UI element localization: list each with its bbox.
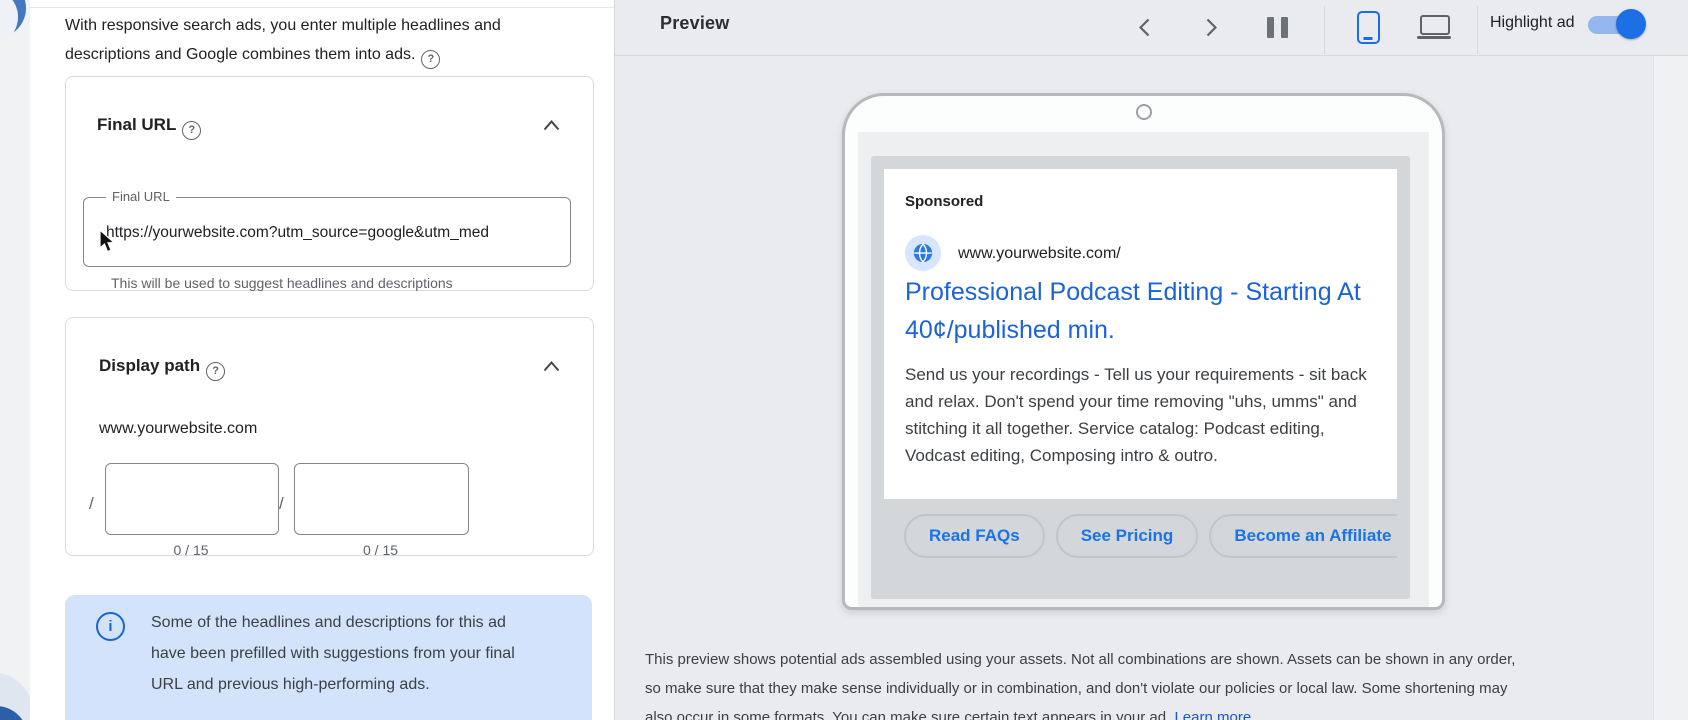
display-path-input-1[interactable]	[106, 464, 278, 534]
preview-disclaimer: This preview shows potential ads assembl…	[645, 645, 1525, 720]
path-2-char-counter: 0 / 15	[294, 542, 467, 558]
path-separator: /	[89, 494, 94, 514]
display-path-card-title: Display path?	[99, 356, 225, 381]
help-icon[interactable]: ?	[182, 121, 201, 140]
desktop-preview-button[interactable]	[1415, 6, 1453, 48]
highlight-ad-toggle[interactable]	[1588, 15, 1642, 35]
chevron-right-icon	[1206, 18, 1217, 37]
learn-more-link[interactable]: Learn more	[1174, 709, 1251, 720]
path-separator: /	[279, 494, 284, 514]
final-url-input-wrap: Final URL	[83, 197, 571, 267]
ad-headline[interactable]: Professional Podcast Editing - Starting …	[905, 273, 1383, 349]
divider	[615, 55, 1688, 56]
mouse-pointer-icon	[99, 229, 116, 253]
laptop-icon	[1417, 15, 1451, 39]
display-path-input-1-wrap	[105, 463, 279, 535]
ad-setup-panel: With responsive search ads, you enter mu…	[30, 0, 615, 720]
preview-panel: Preview Highlight ad	[615, 0, 1688, 720]
ad-button-see-pricing[interactable]: See Pricing	[1056, 514, 1199, 558]
pause-icon	[1267, 17, 1288, 38]
toolbar-divider	[1477, 6, 1478, 54]
collapse-final-url-button[interactable]	[539, 113, 563, 137]
disclaimer-text: This preview shows potential ads assembl…	[645, 651, 1515, 720]
final-url-helper-text: This will be used to suggest headlines a…	[111, 275, 453, 291]
final-url-input[interactable]	[104, 198, 554, 268]
advertiser-avatar	[905, 235, 941, 271]
display-path-input-2-wrap	[294, 463, 469, 535]
responsive-search-ad-editor: With responsive search ads, you enter mu…	[0, 0, 1688, 720]
chevron-up-icon	[543, 120, 560, 131]
mobile-preview-button[interactable]	[1349, 6, 1387, 48]
final-url-card-title: Final URL?	[97, 115, 201, 140]
help-icon[interactable]: ?	[206, 362, 225, 381]
toolbar-divider	[1324, 6, 1325, 54]
scroll-gutter	[1653, 56, 1688, 720]
ad-preview-card: Sponsored www.yourwebsite.com/ Professio…	[871, 156, 1410, 599]
smartphone-icon	[1357, 11, 1380, 44]
globe-icon	[912, 242, 934, 264]
preview-title: Preview	[660, 13, 729, 34]
info-icon: i	[96, 612, 125, 641]
divider	[30, 7, 614, 8]
highlight-ad-label: Highlight ad	[1490, 14, 1575, 32]
next-ad-button[interactable]	[1192, 6, 1230, 48]
toggle-thumb	[1616, 9, 1646, 39]
prefill-info-banner: i Some of the headlines and descriptions…	[65, 595, 592, 720]
path-1-char-counter: 0 / 15	[105, 542, 277, 558]
ad-sitelink-buttons: Read FAQs See Pricing Become an Affiliat…	[884, 514, 1397, 564]
prefill-info-text: Some of the headlines and descriptions f…	[151, 607, 519, 700]
final-url-card: Final URL? Final URL This will be used t…	[65, 76, 594, 291]
phone-camera-dot	[1136, 104, 1152, 120]
ad-button-read-faqs[interactable]: Read FAQs	[904, 514, 1045, 558]
collapse-display-path-button[interactable]	[539, 354, 563, 378]
chevron-left-icon	[1139, 18, 1150, 37]
left-gutter	[0, 0, 31, 720]
help-icon[interactable]: ?	[421, 50, 440, 69]
intro-text: With responsive search ads, you enter mu…	[65, 11, 543, 69]
pause-preview-button[interactable]	[1258, 6, 1296, 48]
chevron-up-icon	[543, 361, 560, 372]
display-path-card: Display path? www.yourwebsite.com / / 0 …	[65, 317, 594, 556]
display-path-input-2[interactable]	[295, 464, 468, 534]
decorative-circle-top-inner	[0, 0, 18, 46]
ad-description: Send us your recordings - Tell us your r…	[905, 361, 1367, 469]
ad-button-become-affiliate[interactable]: Become an Affiliate	[1209, 514, 1397, 558]
display-path-base-url: www.yourwebsite.com	[99, 420, 257, 438]
ad-body: Sponsored www.yourwebsite.com/ Professio…	[884, 169, 1397, 499]
ad-display-url: www.yourwebsite.com/	[958, 245, 1121, 263]
previous-ad-button[interactable]	[1125, 6, 1163, 48]
sponsored-label: Sponsored	[905, 193, 983, 210]
